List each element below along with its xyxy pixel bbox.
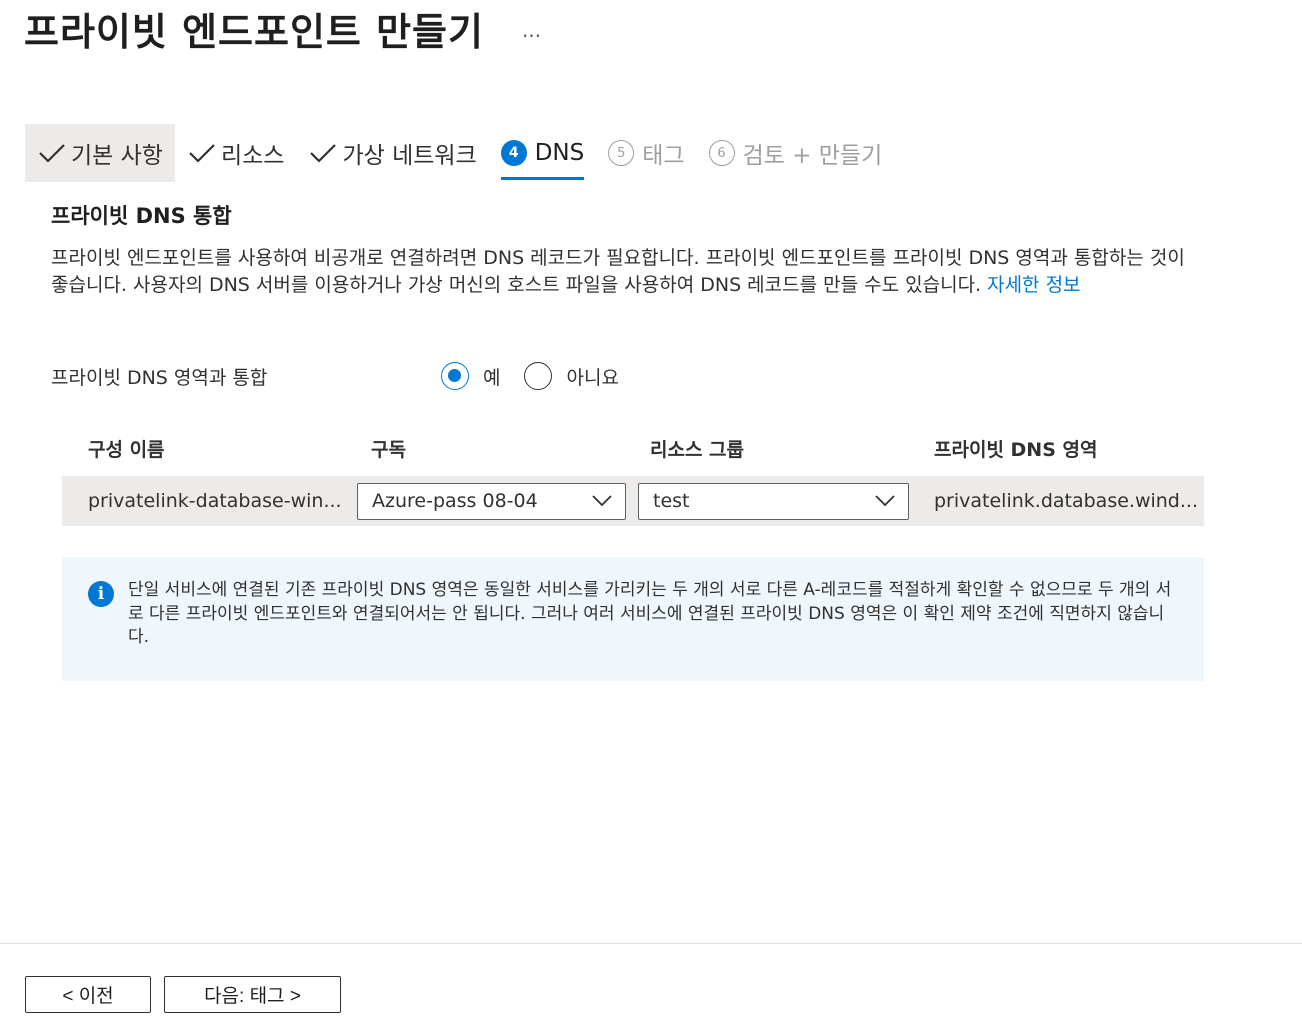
step-number-badge: 4 (500, 140, 527, 166)
tab-label: 기본 사항 (71, 143, 163, 169)
chevron-down-icon (875, 495, 895, 507)
previous-button[interactable]: < 이전 (25, 976, 151, 1013)
checkmark-icon (310, 144, 337, 163)
section-description: 프라이빗 엔드포인트를 사용하여 비공개로 연결하려면 DNS 레코드가 필요합… (51, 245, 1201, 299)
next-tags-button[interactable]: 다음: 태그 > (164, 976, 341, 1013)
info-message-text: 단일 서비스에 연결된 기존 프라이빗 DNS 영역은 동일한 서비스를 가리키… (128, 580, 1172, 647)
checkmark-icon (189, 144, 215, 163)
subscription-value: Azure-pass 08-04 (372, 490, 538, 512)
resource-group-dropdown[interactable]: test (638, 482, 909, 520)
config-name-cell: privatelink-database-win... (88, 490, 342, 512)
more-options-button[interactable]: ... (522, 18, 541, 42)
page-header: 프라이빗 엔드포인트 만들기 ... (24, 0, 541, 56)
section-title: 프라이빗 DNS 통합 (51, 204, 232, 228)
radio-yes-label: 예 (483, 366, 501, 389)
radio-selected-icon (441, 362, 469, 390)
checkmark-icon (39, 144, 65, 163)
step-number-badge: 6 (708, 140, 735, 166)
tab-label: 태그 (642, 143, 685, 169)
tab-review-create[interactable]: 6 검토 + 만들기 (697, 124, 895, 182)
tab-basics[interactable]: 기본 사항 (25, 124, 175, 182)
resource-group-value: test (653, 490, 690, 512)
column-header-dns-zone: 프라이빗 DNS 영역 (934, 438, 1098, 461)
subscription-cell: Azure-pass 08-04 (357, 482, 638, 520)
column-header-subscription: 구독 (371, 438, 406, 461)
footer-divider (0, 943, 1302, 944)
subscription-dropdown[interactable]: Azure-pass 08-04 (357, 482, 626, 520)
dns-zone-cell: privatelink.database.wind... (934, 490, 1198, 512)
tab-tags[interactable]: 5 태그 (596, 124, 696, 182)
radio-yes[interactable]: 예 (441, 362, 500, 390)
radio-no-label: 아니요 (566, 366, 619, 389)
column-header-config-name: 구성 이름 (88, 438, 165, 461)
dns-grid-header: 구성 이름 구독 리소스 그룹 프라이빗 DNS 영역 (62, 428, 1204, 468)
column-header-resource-group: 리소스 그룹 (650, 438, 745, 461)
integrate-dns-zone-row: 프라이빗 DNS 영역과 통합 예 아니요 (51, 356, 751, 396)
tab-label: 가상 네트워크 (342, 143, 477, 169)
tab-virtual-network[interactable]: 가상 네트워크 (296, 124, 488, 182)
radio-no[interactable]: 아니요 (524, 362, 619, 390)
tab-dns[interactable]: 4 DNS (489, 124, 597, 182)
integrate-radio-group: 예 아니요 (441, 362, 643, 390)
tab-label: 검토 + 만들기 (742, 143, 883, 169)
wizard-tabs: 기본 사항 리소스 가상 네트워크 4 DNS 5 태그 6 검토 + 만들기 (25, 124, 894, 182)
step-number-badge: 5 (608, 140, 635, 166)
tab-resource[interactable]: 리소스 (175, 124, 296, 182)
info-icon: i (88, 581, 114, 607)
chevron-down-icon (592, 495, 612, 507)
tab-label: 리소스 (220, 143, 285, 169)
tab-label: DNS (534, 140, 585, 166)
table-row: privatelink-database-win... Azure-pass 0… (62, 476, 1204, 526)
resource-group-cell: test (638, 482, 920, 520)
page-title: 프라이빗 엔드포인트 만들기 (24, 9, 484, 54)
info-message-box: i 단일 서비스에 연결된 기존 프라이빗 DNS 영역은 동일한 서비스를 가… (62, 557, 1204, 681)
radio-unselected-icon (524, 362, 553, 390)
integrate-dns-zone-label: 프라이빗 DNS 영역과 통합 (51, 366, 268, 389)
learn-more-link[interactable]: 자세한 정보 (987, 274, 1080, 296)
